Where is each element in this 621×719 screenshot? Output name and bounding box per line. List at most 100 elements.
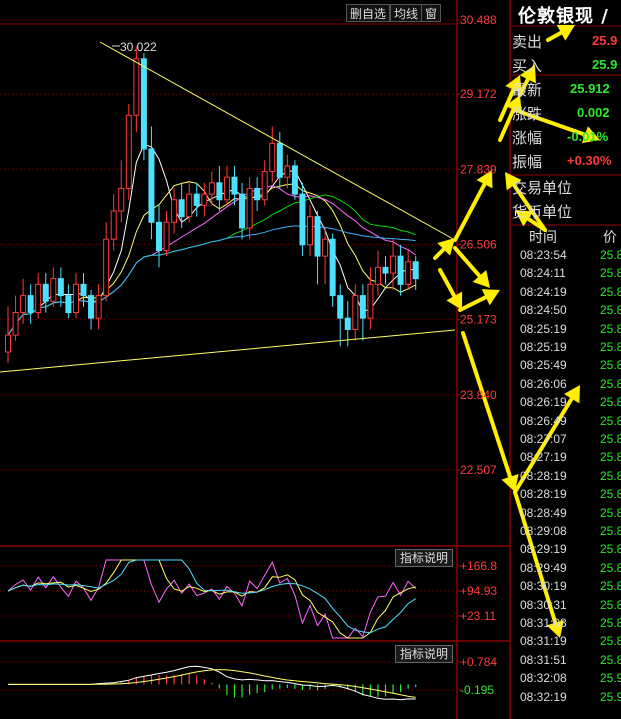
tick-row: 08:25:19 25.8 <box>512 338 621 356</box>
candle-body <box>65 295 72 314</box>
tick-time: 08:29:49 <box>520 560 567 575</box>
bid-value: 25.9 <box>592 57 618 72</box>
axis-label: 29.172 <box>460 87 497 101</box>
change-value: 0.002 <box>577 105 610 120</box>
annotation-arrow <box>433 238 455 260</box>
window-button[interactable]: 窗 <box>421 4 442 22</box>
tick-price: 25.8 <box>600 395 621 410</box>
candle-body <box>42 283 49 302</box>
tick-time: 08:25:19 <box>520 340 567 354</box>
candle-body <box>382 266 389 274</box>
candle-body <box>276 142 283 178</box>
candle-body <box>359 295 366 319</box>
arrow-shaft <box>438 268 457 298</box>
tick-row: 08:29:19 25.8 <box>512 540 621 558</box>
last-label: 最新 <box>512 81 543 99</box>
tick-price: 25.8 <box>600 432 621 446</box>
pct-value: -0.01% <box>567 129 609 144</box>
tick-price: 25.8 <box>600 358 621 373</box>
tick-price: 25.8 <box>600 248 621 262</box>
tick-time: 08:26:49 <box>520 413 567 428</box>
annotation-arrow <box>453 246 490 288</box>
candle-body <box>95 295 102 319</box>
tick-row: 08:23:54 25.8 <box>512 246 621 264</box>
axis-label: -0.195 <box>460 683 494 697</box>
tick-time: 08:30:19 <box>520 579 567 594</box>
tick-row: 08:28:19 25.8 <box>512 485 621 503</box>
tick-price: 25.8 <box>600 597 621 612</box>
candle-body <box>254 187 261 201</box>
indicator1-help-button[interactable]: 指标说明 <box>395 549 454 567</box>
candle-body <box>171 199 178 223</box>
moving-average-button[interactable]: 均线 <box>390 4 423 22</box>
tick-time: 08:24:19 <box>520 284 567 299</box>
tick-row: 08:32:19 25.9 <box>512 688 621 706</box>
tick-time: 08:24:11 <box>520 266 566 281</box>
tick-price: 25.8 <box>600 468 621 483</box>
candle-body <box>72 283 79 314</box>
tick-row: 08:28:19 25.8 <box>512 467 621 485</box>
tick-time: 08:31:51 <box>520 652 567 667</box>
tick-row: 08:27:19 25.8 <box>512 448 621 466</box>
tick-row: 08:25:49 25.8 <box>512 356 621 374</box>
tick-row: 08:26:49 25.8 <box>512 412 621 430</box>
delete-watchlist-button[interactable]: 删自选 <box>346 4 391 22</box>
candle-body <box>156 221 162 251</box>
candle-body <box>246 187 253 229</box>
arrow-shaft <box>433 247 446 260</box>
candle-body <box>352 295 359 330</box>
price-axis: 30.488 29.172 27.839 26.506 25.173 23.840 22.5… <box>457 13 497 477</box>
tick-price: 25.8 <box>600 340 621 354</box>
arrow-shaft <box>453 182 487 242</box>
tick-time: 08:31:19 <box>520 634 567 649</box>
candle-body <box>148 148 155 223</box>
candle-body <box>208 182 215 195</box>
candle-body <box>201 193 208 206</box>
tick-time: 08:32:19 <box>520 689 567 704</box>
change-label: 涨跌 <box>512 105 543 123</box>
indicator2-help-button[interactable]: 指标说明 <box>395 645 454 663</box>
candle-body <box>223 176 230 201</box>
tick-time: 08:25:19 <box>520 321 567 336</box>
pct-label: 涨幅 <box>512 129 543 147</box>
max-price-label: 30.022 <box>120 40 157 54</box>
candle-body <box>103 238 110 297</box>
axis-label: +23.11 <box>460 609 496 623</box>
tick-time: 08:27:19 <box>520 450 567 465</box>
candle-body <box>397 255 404 285</box>
candle-body <box>291 165 298 195</box>
tick-price: 25.8 <box>600 321 621 336</box>
axis-label: 25.173 <box>460 313 497 327</box>
axis-label: +94.93 <box>460 584 497 598</box>
candle-body <box>314 216 321 257</box>
candle-body <box>239 193 246 229</box>
tick-price: 25.9 <box>600 689 621 704</box>
tick-row: 08:24:50 25.8 <box>512 301 621 319</box>
arrow-shaft <box>458 295 488 312</box>
arrow-shaft <box>546 30 564 42</box>
annotation-arrow <box>453 170 493 242</box>
candle-body <box>110 210 117 240</box>
annotation-arrow <box>438 268 463 310</box>
tick-row: 08:31:08 25.8 <box>512 614 621 632</box>
tick-row: 08:30:19 25.8 <box>512 577 621 595</box>
candle-body <box>186 193 193 218</box>
tick-price: 25.8 <box>600 450 621 465</box>
tick-row: 08:29:08 25.8 <box>512 522 621 540</box>
tick-price: 25.8 <box>600 579 621 594</box>
tick-price: 25.8 <box>600 376 621 391</box>
tick-time: 08:26:06 <box>520 376 567 391</box>
axis-label: 22.507 <box>460 463 497 477</box>
tick-price: 25.8 <box>600 652 621 667</box>
tick-row: 08:31:19 25.8 <box>512 632 621 650</box>
tick-time: 08:24:50 <box>520 303 567 318</box>
candle-body <box>367 283 374 319</box>
arrow-shaft <box>453 246 482 278</box>
candle-body <box>374 266 381 285</box>
tick-row: 08:29:49 25.8 <box>512 559 621 577</box>
arrow-shaft <box>461 331 513 479</box>
candle-body <box>20 295 27 314</box>
candle-body <box>390 255 397 274</box>
candle-body <box>178 199 185 218</box>
tick-row: 08:28:49 25.8 <box>512 504 621 522</box>
